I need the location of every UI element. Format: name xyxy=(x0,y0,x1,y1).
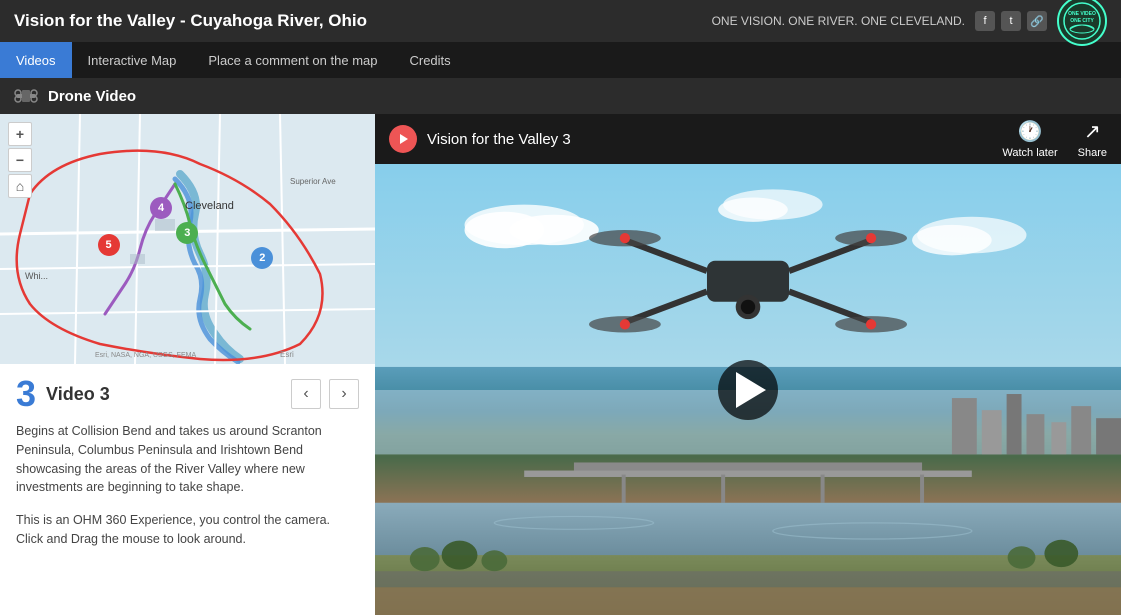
video-number-row: 3 Video 3 ‹ › xyxy=(16,376,359,412)
svg-text:Whi...: Whi... xyxy=(25,271,48,281)
drone-subheader-icon xyxy=(14,84,38,108)
watch-later-icon: 🕐 xyxy=(1018,119,1043,144)
map-marker-2[interactable]: 2 xyxy=(251,247,273,269)
svg-text:Esri: Esri xyxy=(280,350,294,359)
nav-videos[interactable]: Videos xyxy=(0,42,72,78)
map-marker-4[interactable]: 4 xyxy=(150,197,172,219)
home-button[interactable]: ⌂ xyxy=(8,174,32,198)
play-triangle-icon xyxy=(736,372,766,408)
zoom-out-button[interactable]: − xyxy=(8,148,32,172)
header-right: ONE VISION. ONE RIVER. ONE CLEVELAND. f … xyxy=(712,0,1107,46)
play-button[interactable] xyxy=(718,360,778,420)
video-panel: Vision for the Valley 3 🕐 Watch later ↗ … xyxy=(375,114,1121,615)
prev-arrow[interactable]: ‹ xyxy=(291,379,321,409)
svg-text:Cleveland: Cleveland xyxy=(185,200,234,212)
svg-text:Superior Ave: Superior Ave xyxy=(290,177,336,186)
map-controls: + − ⌂ xyxy=(8,122,32,198)
share-label: Share xyxy=(1078,147,1107,159)
left-panel: Cleveland Whi... Superior Ave Esri Esri,… xyxy=(0,114,375,615)
nav-bar: Videos Interactive Map Place a comment o… xyxy=(0,42,1121,78)
page-header: Vision for the Valley - Cuyahoga River, … xyxy=(0,0,1121,42)
video-channel-icon xyxy=(389,125,417,153)
svg-text:ONE CITY: ONE CITY xyxy=(1070,18,1094,24)
map-marker-5[interactable]: 5 xyxy=(98,234,120,256)
video-header-left: Vision for the Valley 3 xyxy=(389,125,571,153)
video-note: This is an OHM 360 Experience, you contr… xyxy=(16,511,359,549)
zoom-in-button[interactable]: + xyxy=(8,122,32,146)
watch-later-action[interactable]: 🕐 Watch later xyxy=(1002,119,1057,159)
video-frame[interactable] xyxy=(375,164,1121,615)
page-title: Vision for the Valley - Cuyahoga River, … xyxy=(14,11,367,31)
facebook-icon[interactable]: f xyxy=(975,11,995,31)
twitter-icon[interactable]: t xyxy=(1001,11,1021,31)
drone-silhouette xyxy=(543,173,953,389)
video-description: Begins at Collision Bend and takes us ar… xyxy=(16,422,359,497)
video-number: 3 xyxy=(16,376,36,412)
nav-arrows: ‹ › xyxy=(291,379,359,409)
logo: ONE VIDEO ONE CITY xyxy=(1057,0,1107,46)
map-container[interactable]: Cleveland Whi... Superior Ave Esri Esri,… xyxy=(0,114,375,364)
next-arrow[interactable]: › xyxy=(329,379,359,409)
share-action[interactable]: ↗ Share xyxy=(1078,119,1107,159)
svg-text:ONE VIDEO: ONE VIDEO xyxy=(1068,11,1096,17)
social-icons: f t 🔗 xyxy=(975,11,1047,31)
share-icon: ↗ xyxy=(1084,119,1101,144)
watch-later-label: Watch later xyxy=(1002,147,1057,159)
main-content: Cleveland Whi... Superior Ave Esri Esri,… xyxy=(0,114,1121,615)
video-title: Video 3 xyxy=(46,384,110,405)
nav-interactive-map[interactable]: Interactive Map xyxy=(72,42,193,78)
video-info-panel: 3 Video 3 ‹ › Begins at Collision Bend a… xyxy=(0,364,375,615)
link-icon[interactable]: 🔗 xyxy=(1027,11,1047,31)
subheader: Drone Video xyxy=(0,78,1121,114)
svg-text:Esri, NASA, NGA, USGS, FEMA: Esri, NASA, NGA, USGS, FEMA xyxy=(95,352,196,359)
video-header: Vision for the Valley 3 🕐 Watch later ↗ … xyxy=(375,114,1121,164)
video-title-display: Vision for the Valley 3 xyxy=(427,131,571,148)
cityscape-layer xyxy=(375,390,1121,615)
video-number-left: 3 Video 3 xyxy=(16,376,110,412)
nav-credits[interactable]: Credits xyxy=(393,42,466,78)
video-actions: 🕐 Watch later ↗ Share xyxy=(1002,119,1107,159)
tagline: ONE VISION. ONE RIVER. ONE CLEVELAND. xyxy=(712,14,965,28)
subheader-title: Drone Video xyxy=(48,88,136,105)
nav-place-comment[interactable]: Place a comment on the map xyxy=(192,42,393,78)
map-marker-3[interactable]: 3 xyxy=(176,222,198,244)
